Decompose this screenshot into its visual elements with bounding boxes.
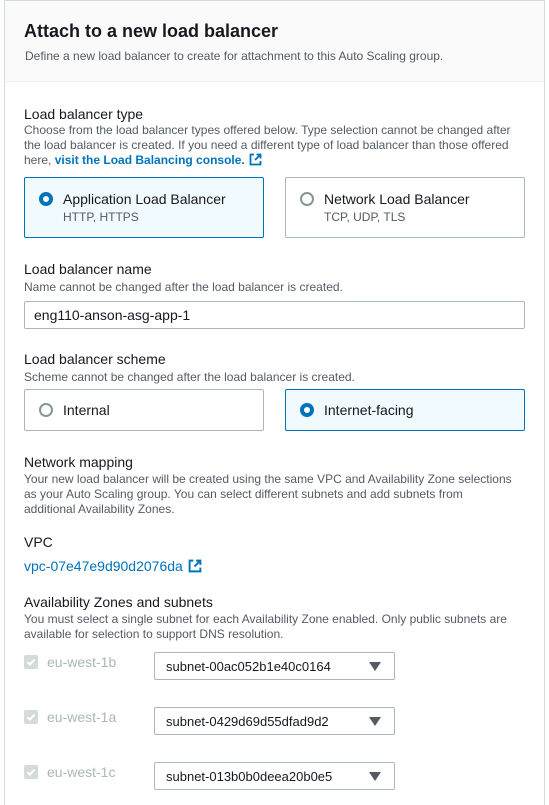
check-icon [26, 713, 36, 722]
network-mapping-label: Network mapping [24, 454, 133, 470]
check-icon [26, 768, 36, 777]
application-load-balancer-radio[interactable] [39, 192, 53, 206]
lb-name-description: Name cannot be changed after the load ba… [24, 280, 343, 294]
az-checkbox-eu-west-1a[interactable] [24, 710, 38, 724]
az-subnets-description-line1: You must select a single subnet for each… [24, 612, 507, 626]
lb-scheme-label: Load balancer scheme [24, 351, 166, 367]
load-balancing-console-link[interactable]: visit the Load Balancing console. [55, 153, 245, 167]
lb-type-description: Choose from the load balancer types offe… [24, 123, 529, 168]
internet-facing-scheme-title: Internet-facing [324, 402, 414, 418]
lb-name-input[interactable] [24, 301, 525, 329]
network-mapping-description-line2: as your Auto Scaling group. You can sele… [24, 487, 463, 501]
application-load-balancer-protocols: HTTP, HTTPS [63, 210, 139, 224]
panel-title: Attach to a new load balancer [24, 21, 279, 41]
network-mapping-description: Your new load balancer will be created u… [24, 472, 529, 517]
az-subnets-label: Availability Zones and subnets [24, 594, 213, 610]
subnet-value-eu-west-1b: subnet-00ac052b1e40c0164 [166, 659, 331, 674]
caret-down-icon [369, 772, 381, 781]
lb-name-label: Load balancer name [24, 261, 152, 277]
lb-type-description-line3: here, visit the Load Balancing console. [24, 153, 529, 168]
lb-type-label: Load balancer type [24, 106, 144, 122]
az-checkbox-eu-west-1c[interactable] [24, 765, 38, 779]
az-name-eu-west-1a: eu-west-1a [47, 709, 117, 725]
subnet-value-eu-west-1a: subnet-0429d69d55dfad9d2 [166, 714, 329, 729]
az-subnets-description: You must select a single subnet for each… [24, 612, 529, 642]
az-name-eu-west-1c: eu-west-1c [47, 764, 116, 780]
vpc-label: VPC [24, 534, 53, 550]
internet-facing-scheme-radio[interactable] [300, 403, 314, 417]
network-mapping-description-line3: additional Availability Zones. [24, 502, 175, 516]
subnet-select-eu-west-1a[interactable]: subnet-0429d69d55dfad9d2 [154, 707, 395, 735]
az-name-eu-west-1b: eu-west-1b [47, 654, 117, 670]
subnet-select-eu-west-1b[interactable]: subnet-00ac052b1e40c0164 [154, 652, 395, 680]
lb-scheme-description: Scheme cannot be changed after the load … [24, 370, 355, 384]
lb-type-description-line1: Choose from the load balancer types offe… [24, 123, 511, 137]
vpc-id: vpc-07e47e9d90d2076da [24, 558, 183, 574]
internal-scheme-title: Internal [63, 402, 110, 418]
panel-header: Attach to a new load balancer Define a n… [5, 1, 544, 82]
internal-scheme-option[interactable]: Internal [24, 389, 264, 431]
external-link-icon[interactable] [188, 559, 202, 573]
application-load-balancer-option[interactable]: Application Load Balancer HTTP, HTTPS [24, 177, 264, 238]
internet-facing-scheme-option[interactable]: Internet-facing [285, 389, 525, 431]
network-load-balancer-option[interactable]: Network Load Balancer TCP, UDP, TLS [285, 177, 525, 238]
network-load-balancer-radio[interactable] [300, 192, 314, 206]
caret-down-icon [369, 662, 381, 671]
lb-type-description-prefix: here, [24, 153, 52, 167]
az-checkbox-eu-west-1b[interactable] [24, 655, 38, 669]
caret-down-icon [369, 717, 381, 726]
network-load-balancer-title: Network Load Balancer [324, 191, 470, 207]
internal-scheme-radio[interactable] [39, 403, 53, 417]
application-load-balancer-title: Application Load Balancer [63, 191, 226, 207]
subnet-select-eu-west-1c[interactable]: subnet-013b0b0deea20b0e5 [154, 762, 395, 790]
az-subnets-description-line2: available for selection to support DNS r… [24, 627, 284, 641]
check-icon [26, 658, 36, 667]
panel-description: Define a new load balancer to create for… [25, 49, 444, 63]
subnet-value-eu-west-1c: subnet-013b0b0deea20b0e5 [166, 769, 333, 784]
vpc-link[interactable]: vpc-07e47e9d90d2076da [24, 558, 202, 574]
lb-type-description-line2: the load balancer is created. If you nee… [24, 138, 509, 152]
external-link-icon[interactable] [249, 153, 262, 166]
network-load-balancer-protocols: TCP, UDP, TLS [324, 210, 406, 224]
network-mapping-description-line1: Your new load balancer will be created u… [24, 472, 512, 486]
